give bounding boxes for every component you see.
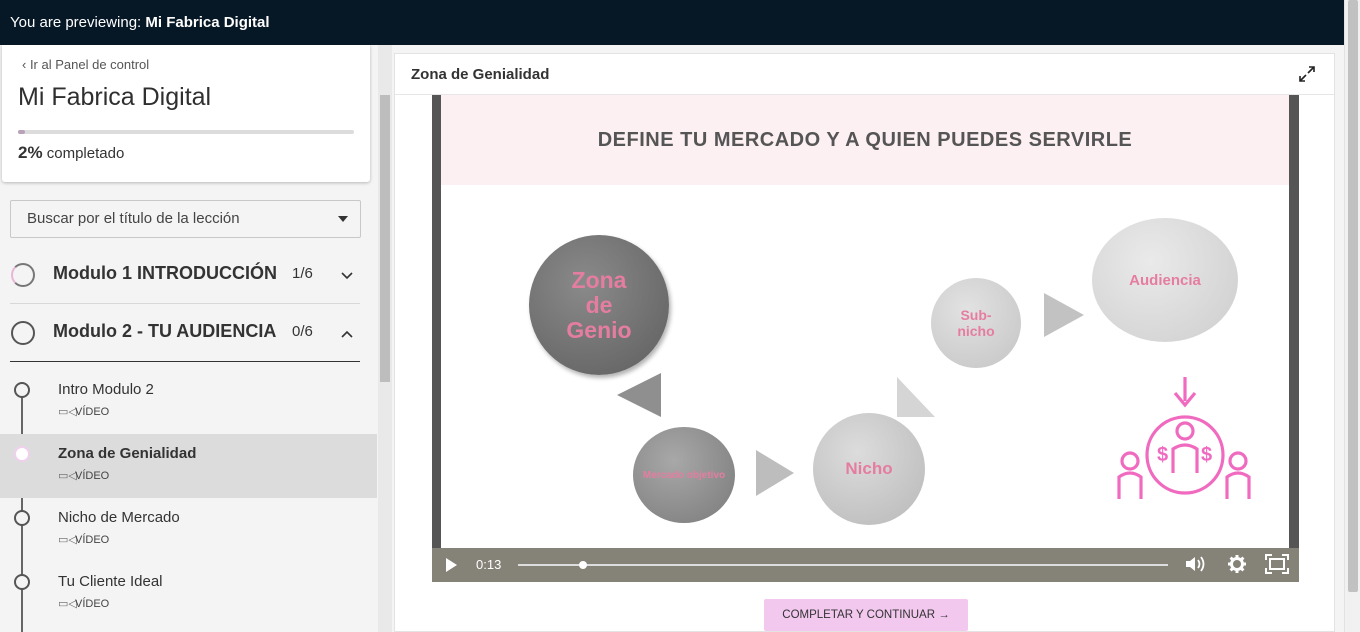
preview-prefix: You are previewing:	[10, 14, 142, 31]
svg-text:$: $	[1201, 444, 1212, 466]
sidebar-scrollbar[interactable]	[378, 45, 392, 632]
lesson-type: ▭◁VÍDEO	[58, 405, 109, 418]
fullscreen-icon[interactable]	[1265, 554, 1289, 579]
video-camera-icon: ▭◁	[58, 470, 77, 482]
lesson-type-label: VÍDEO	[75, 534, 110, 546]
page-scrollbar[interactable]	[1344, 0, 1360, 632]
lesson-type-label: VÍDEO	[75, 470, 110, 482]
lesson-heading: Zona de Genialidad	[411, 66, 550, 83]
lesson-title: Intro Modulo 2	[58, 381, 154, 398]
module-title: Modulo 1 INTRODUCCIÓN	[53, 263, 277, 283]
lesson-title: Zona de Genialidad	[58, 445, 197, 462]
progress-text: 2% completado	[18, 143, 124, 163]
video-camera-icon: ▭◁	[58, 406, 77, 418]
chevron-down-icon[interactable]	[340, 268, 354, 284]
seek-handle[interactable]	[579, 561, 587, 569]
lesson-status-circle-icon	[14, 574, 30, 590]
lesson-type-label: VÍDEO	[75, 598, 110, 610]
sidebar-scrollbar-thumb[interactable]	[380, 95, 390, 382]
play-icon[interactable]	[446, 558, 457, 572]
video-camera-icon: ▭◁	[58, 534, 77, 546]
module-2-header[interactable]: Modulo 2 - TU AUDIENCIA 0/6	[10, 304, 360, 362]
svg-text:$: $	[1157, 444, 1168, 466]
course-progress-bar	[18, 130, 354, 134]
lesson-item[interactable]: Nicho de Mercado ▭◁VÍDEO	[0, 498, 377, 562]
video-frame: DEFINE TU MERCADO Y A QUIEN PUEDES SERVI…	[441, 95, 1289, 548]
course-progress-fill	[18, 130, 25, 134]
preview-banner: You are previewing: Mi Fabrica Digital	[0, 0, 1344, 45]
lesson-type: ▭◁VÍDEO	[58, 597, 109, 610]
module-count: 0/6	[292, 323, 313, 340]
page-scrollbar-thumb[interactable]	[1348, 0, 1358, 592]
lesson-item[interactable]: Tu Cliente Ideal ▭◁VÍDEO	[0, 562, 377, 626]
bubble-mercado-objetivo: Mercado objetivo	[633, 427, 735, 523]
course-title: Mi Fabrica Digital	[18, 83, 212, 111]
module-progress-circle-icon	[11, 321, 35, 345]
lesson-header: Zona de Genialidad	[395, 54, 1334, 95]
video-controls: 0:13	[432, 548, 1299, 582]
sidebar: ‹ Ir al Panel de control Mi Fabrica Digi…	[0, 45, 378, 632]
caret-down-icon	[338, 216, 348, 222]
lesson-status-circle-icon	[14, 446, 30, 462]
lesson-title: Nicho de Mercado	[58, 509, 180, 526]
arrow-left-icon	[617, 373, 661, 417]
arrow-right-icon	[756, 450, 794, 496]
lesson-search-placeholder: Buscar por el título de la lección	[27, 210, 240, 227]
complete-and-continue-button[interactable]: COMPLETAR Y CONTINUAR →	[764, 599, 968, 631]
slide-title: DEFINE TU MERCADO Y A QUIEN PUEDES SERVI…	[597, 129, 1133, 151]
video-time: 0:13	[476, 557, 502, 572]
arrow-right-icon	[1044, 293, 1084, 337]
lesson-item-active[interactable]: Zona de Genialidad ▭◁VÍDEO	[0, 434, 377, 498]
chevron-up-icon[interactable]	[340, 326, 354, 342]
lesson-type: ▭◁VÍDEO	[58, 469, 109, 482]
video-camera-icon: ▭◁	[58, 598, 77, 610]
module-1-header[interactable]: Modulo 1 INTRODUCCIÓN 1/6	[10, 246, 360, 304]
progress-suffix: completado	[46, 145, 125, 162]
bubble-zona-de-genio: Zona de Genio	[529, 235, 669, 375]
course-card: ‹ Ir al Panel de control Mi Fabrica Digi…	[2, 45, 370, 182]
gear-icon[interactable]	[1227, 554, 1247, 579]
lesson-status-circle-icon	[14, 382, 30, 398]
progress-percent: 2%	[18, 143, 43, 162]
lesson-type: ▭◁VÍDEO	[58, 533, 109, 546]
module-title: Modulo 2 - TU AUDIENCIA	[53, 321, 277, 341]
module-progress-circle-icon	[11, 263, 35, 287]
lesson-search-dropdown[interactable]: Buscar por el título de la lección	[10, 200, 361, 238]
bubble-sub-nicho: Sub-nicho	[931, 278, 1021, 368]
lesson-item[interactable]: Intro Modulo 2 ▭◁VÍDEO	[0, 370, 377, 434]
audience-people-icon: $ $	[1117, 377, 1251, 499]
expand-icon[interactable]	[1298, 65, 1316, 88]
lesson-type-label: VÍDEO	[75, 406, 110, 418]
back-to-dashboard-link[interactable]: ‹ Ir al Panel de control	[22, 57, 149, 72]
video-seek-bar[interactable]	[518, 561, 1168, 569]
lesson-content-panel: Zona de Genialidad DEFINE TU MERCADO Y A…	[394, 53, 1335, 632]
bubble-nicho: Nicho	[813, 413, 925, 525]
bubble-audiencia: Audiencia	[1092, 218, 1238, 342]
module-count: 1/6	[292, 265, 313, 282]
preview-school-name: Mi Fabrica Digital	[145, 14, 270, 31]
lesson-title: Tu Cliente Ideal	[58, 573, 163, 590]
arrow-up-right-icon	[897, 377, 935, 417]
lesson-status-circle-icon	[14, 510, 30, 526]
volume-icon[interactable]	[1184, 554, 1208, 579]
video-player[interactable]: DEFINE TU MERCADO Y A QUIEN PUEDES SERVI…	[432, 95, 1299, 582]
